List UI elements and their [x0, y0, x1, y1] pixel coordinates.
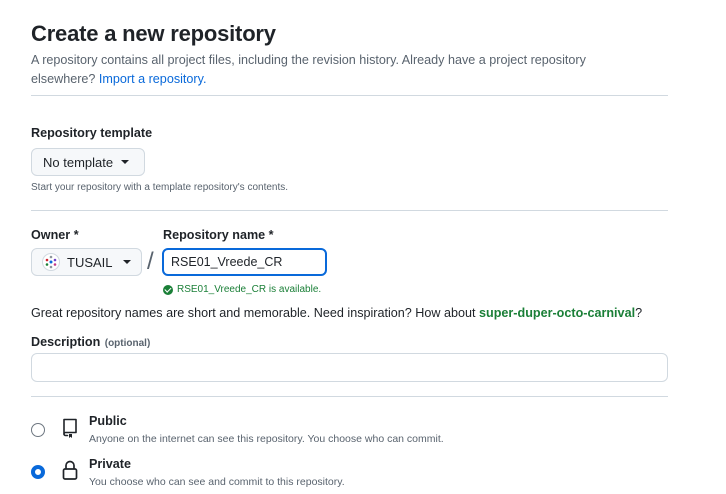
owner-avatar — [42, 253, 60, 271]
private-description: You choose who can see and commit to thi… — [89, 476, 345, 488]
owner-avatar-icon — [45, 255, 57, 269]
chevron-down-icon — [122, 260, 131, 264]
owner-name: TUSAIL — [67, 254, 113, 270]
repo-name-label: Repository name * — [163, 228, 274, 242]
template-label: Repository template — [31, 126, 153, 140]
owner-label: Owner * — [31, 228, 79, 242]
suggestion-end: ? — [635, 306, 643, 320]
intro-text: A repository contains all project files,… — [31, 51, 651, 89]
template-note: Start your repository with a template re… — [31, 182, 289, 193]
public-radio[interactable] — [31, 423, 45, 437]
chevron-down-icon — [121, 160, 130, 164]
import-repository-link[interactable]: Import a repository. — [99, 72, 207, 86]
owner-select-button[interactable]: TUSAIL — [31, 248, 142, 276]
suggested-name-link[interactable]: super-duper-octo-carnival — [479, 306, 635, 320]
page-title: Create a new repository — [31, 21, 276, 46]
description-optional: (optional) — [104, 338, 151, 349]
availability-message: RSE01_Vreede_CR is available. — [163, 284, 321, 295]
divider — [31, 396, 668, 397]
description-label: Description — [31, 335, 101, 349]
divider — [31, 95, 668, 96]
private-radio[interactable] — [31, 465, 45, 479]
repo-icon — [63, 418, 77, 438]
private-title: Private — [89, 457, 132, 471]
lock-icon — [62, 460, 78, 480]
availability-text: RSE01_Vreede_CR is available. — [177, 284, 322, 295]
owner-repo-separator: / — [147, 248, 154, 275]
public-title: Public — [89, 414, 127, 428]
create-repository-page: Create a new repository A repository con… — [0, 0, 726, 494]
suggestion-text: Great repository names are short and mem… — [31, 306, 476, 320]
repo-name-input[interactable] — [162, 248, 327, 276]
template-select-button[interactable]: No template — [31, 148, 145, 176]
divider — [31, 210, 668, 211]
public-description: Anyone on the internet can see this repo… — [89, 433, 444, 445]
description-label-row: Description (optional) — [31, 333, 150, 351]
name-suggestion: Great repository names are short and mem… — [31, 306, 642, 320]
check-circle-icon — [163, 284, 173, 295]
description-input[interactable] — [31, 353, 668, 382]
template-select-label: No template — [43, 154, 114, 170]
